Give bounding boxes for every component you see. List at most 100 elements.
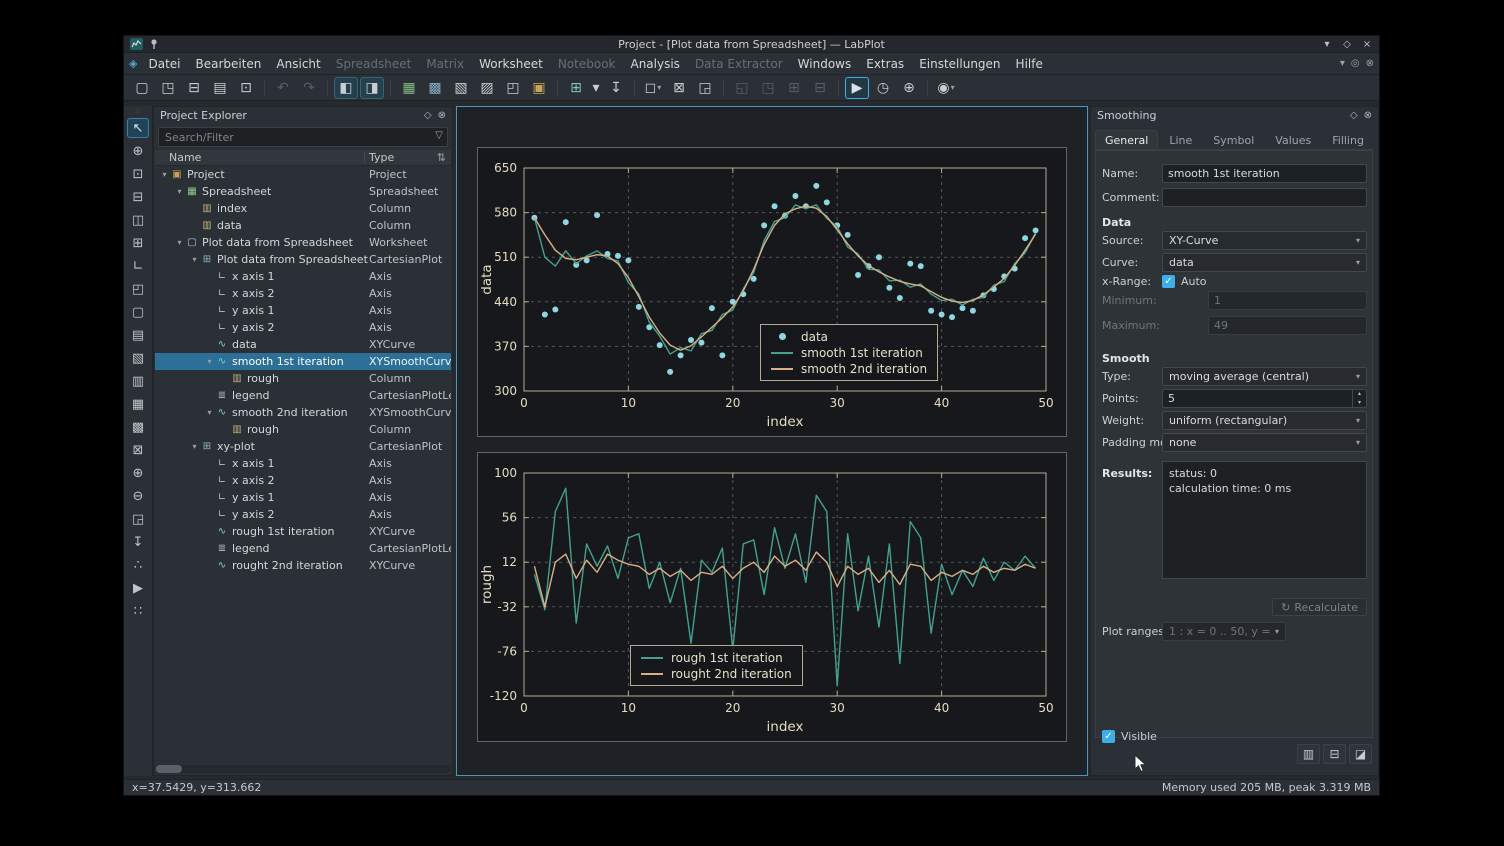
zoom-select-button[interactable]: ◻▾ bbox=[641, 77, 665, 99]
tree-row[interactable]: ∟y axis 1Axis bbox=[155, 302, 451, 319]
save-project-button[interactable]: ⊟ bbox=[182, 77, 206, 99]
expander-icon[interactable]: ▾ bbox=[204, 357, 215, 366]
tree-row[interactable]: ∟y axis 2Axis bbox=[155, 319, 451, 336]
tree-row[interactable]: ∟y axis 1Axis bbox=[155, 489, 451, 506]
crosshair-tool-button[interactable]: ⊕ bbox=[127, 141, 149, 161]
vertical-layout-button[interactable]: ▥ bbox=[127, 371, 149, 391]
menu-hilfe[interactable]: Hilfe bbox=[1009, 55, 1050, 73]
close-button[interactable]: × bbox=[1361, 39, 1373, 50]
column-divider[interactable] bbox=[364, 152, 365, 163]
scrollbar-thumb[interactable] bbox=[156, 765, 182, 773]
fit-selection-button[interactable]: ⊠ bbox=[667, 77, 691, 99]
template-save-button[interactable]: ⊟ bbox=[1323, 744, 1346, 764]
presenter-mode-button[interactable]: ▶ bbox=[127, 578, 149, 598]
tree-row[interactable]: ▥dataColumn bbox=[155, 217, 451, 234]
add-plot-four-axes-button[interactable]: ⊞ bbox=[127, 233, 149, 253]
menu-worksheet[interactable]: Worksheet bbox=[472, 55, 550, 73]
comment-input[interactable] bbox=[1162, 188, 1367, 207]
start-live-update-button[interactable]: ▶ bbox=[845, 77, 869, 99]
source-dropdown[interactable]: XY-Curve ▾ bbox=[1162, 231, 1367, 250]
menu-einstellungen[interactable]: Einstellungen bbox=[912, 55, 1007, 73]
tree-row[interactable]: ∟x axis 1Axis bbox=[155, 455, 451, 472]
search-input[interactable] bbox=[158, 127, 448, 147]
grid-layout-button[interactable]: ▩ bbox=[127, 417, 149, 437]
history-button[interactable]: ◷ bbox=[871, 77, 895, 99]
expander-icon[interactable]: ▾ bbox=[204, 408, 215, 417]
export-worksheet-button[interactable]: ↧ bbox=[127, 532, 149, 552]
tree-row[interactable]: ∟x axis 2Axis bbox=[155, 472, 451, 489]
toggle-properties-explorer-button[interactable]: ◨ bbox=[360, 77, 384, 99]
spin-down-icon[interactable]: ▾ bbox=[1353, 399, 1366, 408]
expander-icon[interactable]: ▾ bbox=[174, 238, 185, 247]
add-notebook-button[interactable]: ▨ bbox=[475, 77, 499, 99]
float-panel-icon[interactable]: ◇ bbox=[424, 110, 432, 121]
expander-icon[interactable]: ▾ bbox=[189, 255, 200, 264]
add-text-label-button[interactable]: ▤ bbox=[127, 325, 149, 345]
pin-icon[interactable] bbox=[149, 38, 162, 50]
tree-row[interactable]: ∿dataXYCurve bbox=[155, 336, 451, 353]
break-layout-button[interactable]: ⊠ bbox=[127, 440, 149, 460]
name-input[interactable] bbox=[1162, 164, 1367, 183]
zoom-in-button[interactable]: ⊕ bbox=[127, 463, 149, 483]
add-plot-box-button[interactable]: ▢ bbox=[127, 302, 149, 322]
toolbar-drag-handle[interactable]: ∷ bbox=[135, 109, 140, 115]
column-header-type[interactable]: Type bbox=[369, 151, 394, 164]
more-tools-button[interactable]: ∷ bbox=[127, 601, 149, 621]
shade-button[interactable]: ▾ bbox=[1321, 39, 1333, 50]
expander-icon[interactable]: ▾ bbox=[159, 170, 170, 179]
tree-row[interactable]: ▾⊞Plot data from SpreadsheetCartesianPlo… bbox=[155, 251, 451, 268]
float-dock-icon[interactable]: ◇ bbox=[1350, 110, 1358, 121]
cursor-lines-button[interactable]: ∴ bbox=[127, 555, 149, 575]
tree-row[interactable]: ▾∿smooth 2nd iterationXYSmoothCurve bbox=[155, 404, 451, 421]
menubar-close-icon[interactable]: ⊗ bbox=[1366, 58, 1374, 69]
menu-windows[interactable]: Windows bbox=[791, 55, 859, 73]
spin-up-icon[interactable]: ▴ bbox=[1353, 390, 1366, 399]
new-plot-button[interactable]: ⊞ bbox=[564, 77, 588, 99]
worksheet-view[interactable]: 01020304050300370440510580650indexdatada… bbox=[456, 106, 1088, 776]
tree-row[interactable]: ∟x axis 1Axis bbox=[155, 268, 451, 285]
tree-row[interactable]: ∟y axis 2Axis bbox=[155, 506, 451, 523]
horizontal-scrollbar[interactable] bbox=[156, 765, 450, 773]
curve-dropdown[interactable]: data ▾ bbox=[1162, 253, 1367, 272]
tree-row[interactable]: ▾⊞xy-plotCartesianPlot bbox=[155, 438, 451, 455]
tab-line[interactable]: Line bbox=[1159, 130, 1202, 149]
tree-row[interactable]: ▾▦SpreadsheetSpreadsheet bbox=[155, 183, 451, 200]
auto-checkbox[interactable]: ✓ bbox=[1162, 275, 1175, 288]
add-worksheet-button[interactable]: ▧ bbox=[449, 77, 473, 99]
print-preview-button[interactable]: ⊡ bbox=[234, 77, 258, 99]
select-tool-button[interactable]: ↖ bbox=[127, 118, 149, 138]
weight-dropdown[interactable]: uniform (rectangular) ▾ bbox=[1162, 411, 1367, 430]
tree-row[interactable]: ▥indexColumn bbox=[155, 200, 451, 217]
template-load-button[interactable]: ▥ bbox=[1297, 744, 1320, 764]
tab-general[interactable]: General bbox=[1095, 130, 1158, 149]
sort-icon[interactable]: ⇅ bbox=[437, 151, 446, 164]
zoom-fit-button[interactable]: ◲ bbox=[127, 509, 149, 529]
menubar-collapse-icon[interactable]: ▾ bbox=[1340, 58, 1345, 69]
magnifier-button[interactable]: ◉▾ bbox=[934, 77, 958, 99]
menubar-target-icon[interactable]: ◎ bbox=[1351, 58, 1360, 69]
horizontal-layout-button[interactable]: ▦ bbox=[127, 394, 149, 414]
tree-row[interactable]: ▥roughColumn bbox=[155, 421, 451, 438]
toggle-project-explorer-button[interactable]: ◧ bbox=[334, 77, 358, 99]
crosshair-button[interactable]: ⊕ bbox=[897, 77, 921, 99]
new-project-button[interactable]: ▢ bbox=[130, 77, 154, 99]
template-save-default-button[interactable]: ◪ bbox=[1349, 744, 1372, 764]
expander-icon[interactable]: ▾ bbox=[174, 187, 185, 196]
print-button[interactable]: ▤ bbox=[208, 77, 232, 99]
float-button[interactable]: ◇ bbox=[1341, 39, 1353, 50]
menu-datei[interactable]: Datei bbox=[141, 55, 187, 73]
xy-plot[interactable]: 01020304050-120-76-321256100indexroughro… bbox=[477, 452, 1067, 742]
add-plot-centered-button[interactable]: ◰ bbox=[127, 279, 149, 299]
zoom-y-tool-button[interactable]: ◫ bbox=[127, 210, 149, 230]
add-plot-two-axes-button[interactable]: ∟ bbox=[127, 256, 149, 276]
add-spreadsheet-button[interactable]: ▦ bbox=[397, 77, 421, 99]
filter-icon[interactable]: ▽ bbox=[435, 130, 443, 141]
column-header-name[interactable]: Name bbox=[169, 151, 201, 164]
tab-filling[interactable]: Filling bbox=[1322, 130, 1374, 149]
add-matrix-button[interactable]: ▩ bbox=[423, 77, 447, 99]
expander-icon[interactable]: ▾ bbox=[189, 442, 200, 451]
tab-symbol[interactable]: Symbol bbox=[1203, 130, 1264, 149]
plot-data-from-spreadsheet[interactable]: 01020304050300370440510580650indexdatada… bbox=[477, 147, 1067, 437]
close-panel-icon[interactable]: ⊗ bbox=[438, 110, 446, 121]
tree-row[interactable]: ≣legendCartesianPlotLegend bbox=[155, 387, 451, 404]
